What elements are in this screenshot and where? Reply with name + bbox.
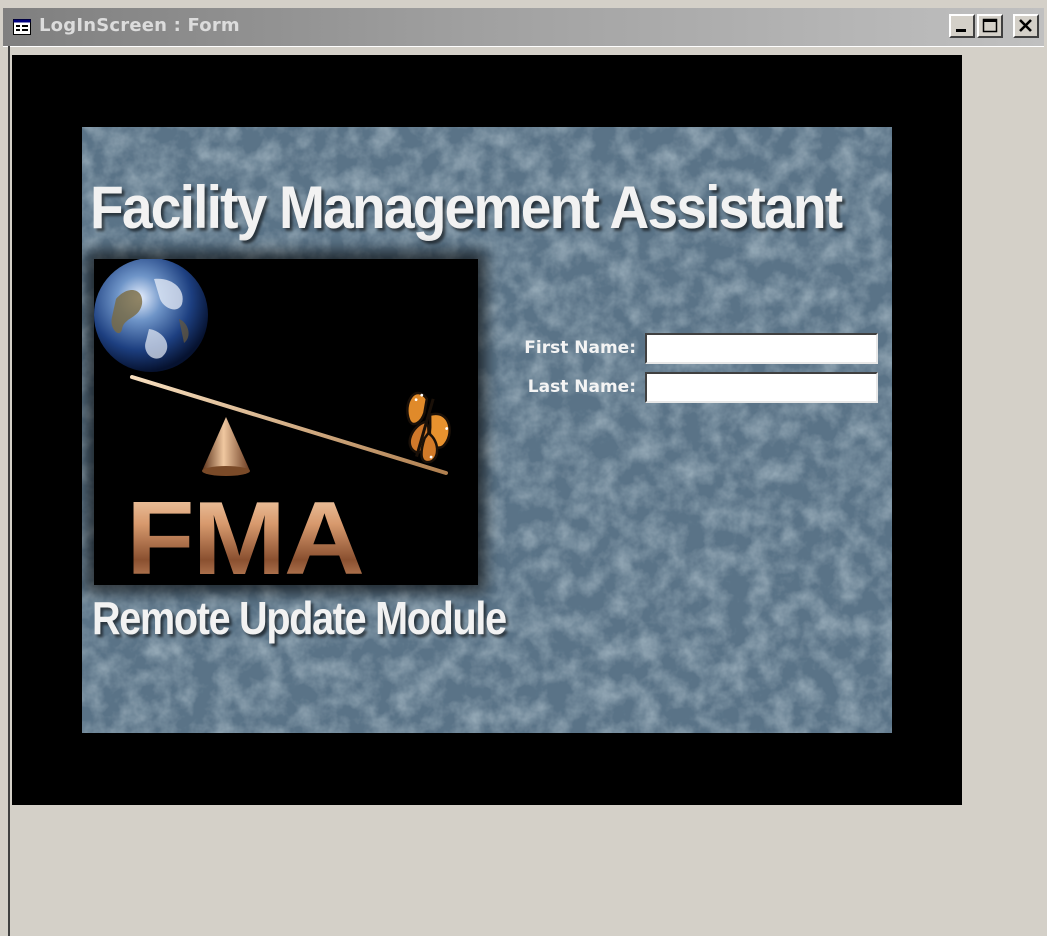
- butterfly-icon: [406, 391, 451, 464]
- minimize-button[interactable]: [949, 14, 975, 38]
- app-title: Facility Management Assistant: [90, 174, 843, 241]
- fma-logo: FMA: [94, 259, 478, 591]
- window-frame: [8, 46, 10, 936]
- maximize-button[interactable]: [977, 14, 1003, 38]
- fma-logo-text: FMA: [126, 481, 365, 597]
- module-title: Remote Update Module: [92, 592, 507, 644]
- form-icon: [13, 19, 31, 35]
- window-title: LogInScreen : Form: [39, 15, 240, 36]
- close-button[interactable]: [1013, 14, 1039, 38]
- title-bar[interactable]: LogInScreen : Form: [3, 8, 1044, 47]
- first-name-input[interactable]: [645, 333, 878, 364]
- earth-icon: [94, 259, 208, 372]
- last-name-label: Last Name:: [527, 377, 636, 397]
- form-detail-section: Facility Management Assistant FMA Remote…: [12, 55, 962, 805]
- fulcrum-icon: [202, 417, 250, 476]
- maximize-icon: [982, 18, 998, 33]
- minimize-icon: [956, 29, 966, 32]
- access-form-window: LogInScreen : Form Facility Management A…: [0, 0, 1047, 936]
- last-name-input[interactable]: [645, 372, 878, 403]
- close-icon: [1019, 19, 1032, 32]
- balance-beam: [130, 375, 448, 475]
- login-panel: Facility Management Assistant FMA Remote…: [82, 127, 892, 733]
- first-name-label: First Name:: [524, 338, 636, 358]
